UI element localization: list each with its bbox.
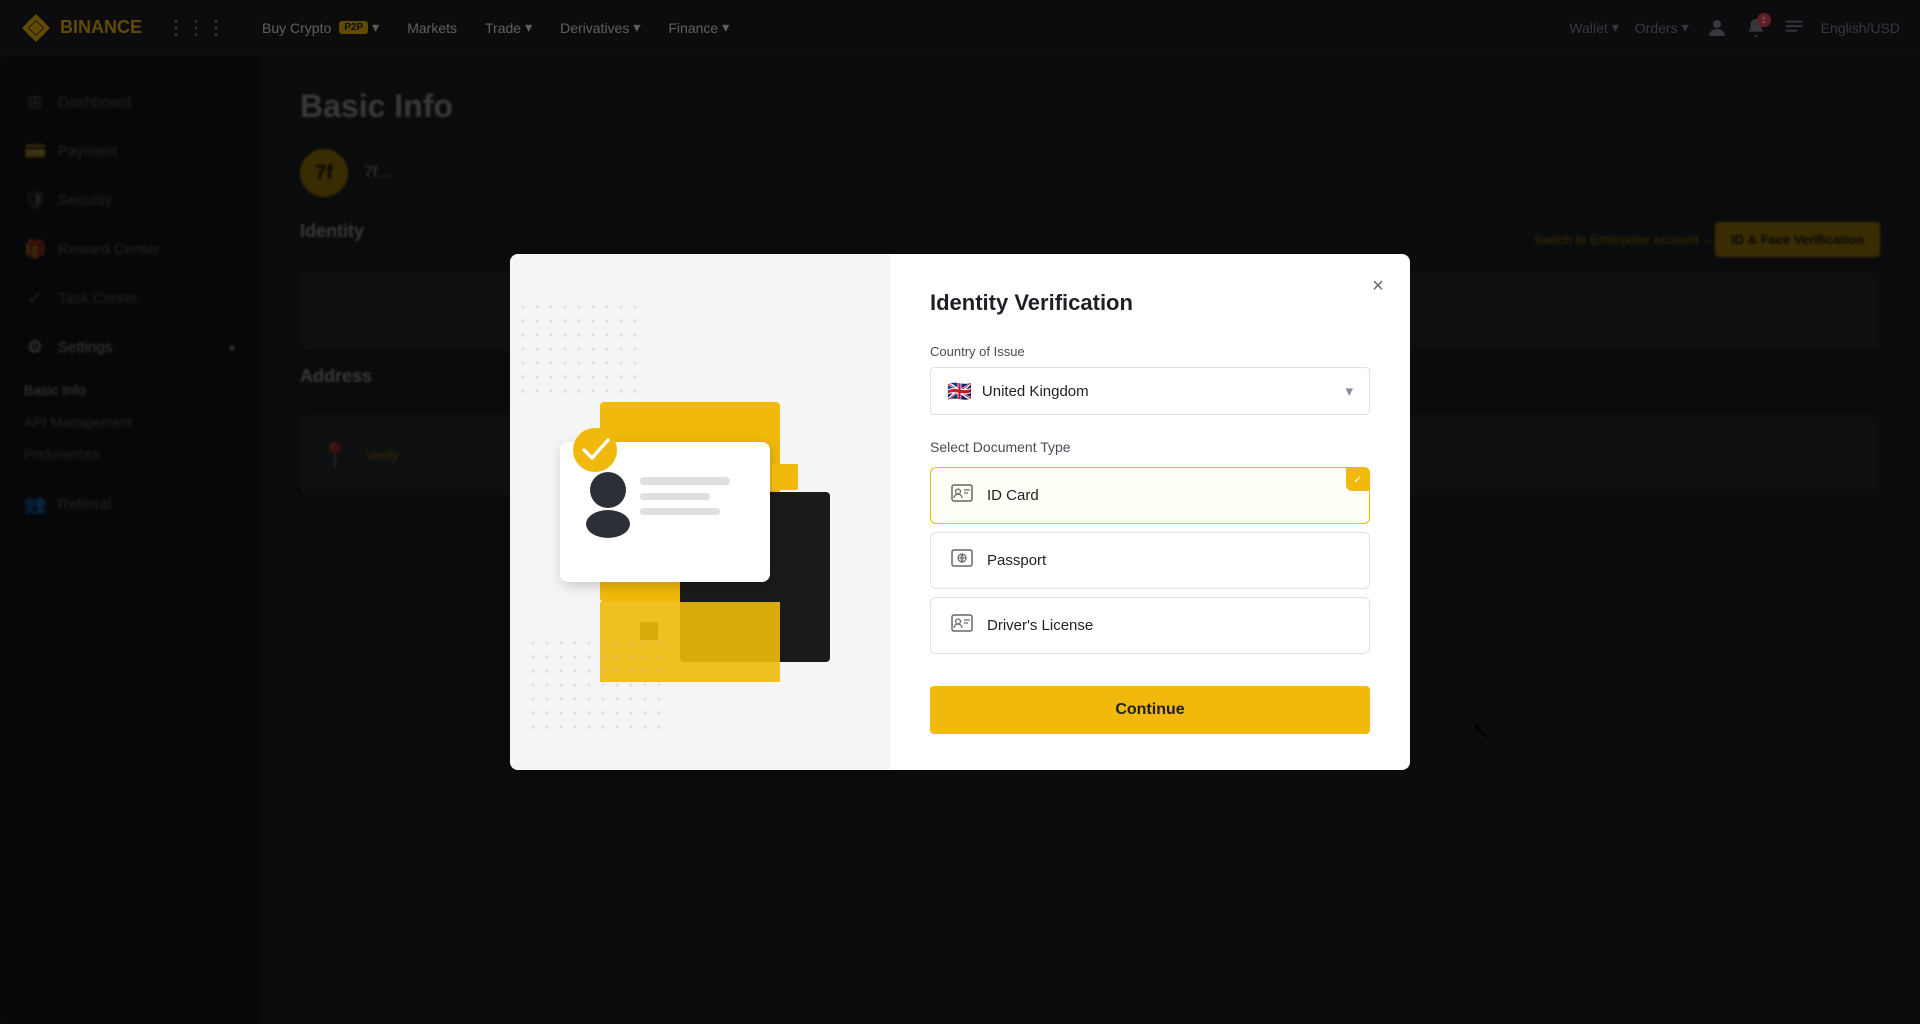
country-select-dropdown[interactable]: 🇬🇧 United Kingdom ▾ <box>930 367 1370 415</box>
selected-checkmark: ✓ <box>1346 467 1370 491</box>
id-card-icon <box>951 484 973 507</box>
document-type-options: ID Card ✓ Passport <box>930 467 1370 654</box>
dot-pattern-top-left <box>520 304 640 404</box>
doc-option-id-card-label: ID Card <box>987 487 1039 504</box>
country-select-value: 🇬🇧 United Kingdom <box>947 379 1089 404</box>
passport-icon <box>951 549 973 572</box>
modal-right-panel: × Identity Verification Country of Issue… <box>890 254 1410 770</box>
doc-type-label: Select Document Type <box>930 439 1370 455</box>
chevron-down-icon: ▾ <box>1345 382 1353 400</box>
modal-title: Identity Verification <box>930 290 1370 316</box>
doc-option-passport[interactable]: Passport <box>930 532 1370 589</box>
modal-close-button[interactable]: × <box>1362 270 1394 302</box>
doc-option-drivers-license[interactable]: Driver's License <box>930 597 1370 654</box>
dot-pattern-bottom-left <box>530 640 670 740</box>
doc-option-drivers-license-label: Driver's License <box>987 617 1093 634</box>
continue-button[interactable]: Continue <box>930 686 1370 734</box>
uk-flag: 🇬🇧 <box>947 379 972 404</box>
country-label: Country of Issue <box>930 344 1370 359</box>
identity-verification-modal: × Identity Verification Country of Issue… <box>510 254 1410 770</box>
modal-illustration-panel <box>510 254 890 770</box>
doc-option-passport-label: Passport <box>987 552 1046 569</box>
country-name: United Kingdom <box>982 383 1089 400</box>
doc-option-id-card[interactable]: ID Card ✓ <box>930 467 1370 524</box>
drivers-license-icon <box>951 614 973 637</box>
modal-overlay: × Identity Verification Country of Issue… <box>0 0 1920 1024</box>
